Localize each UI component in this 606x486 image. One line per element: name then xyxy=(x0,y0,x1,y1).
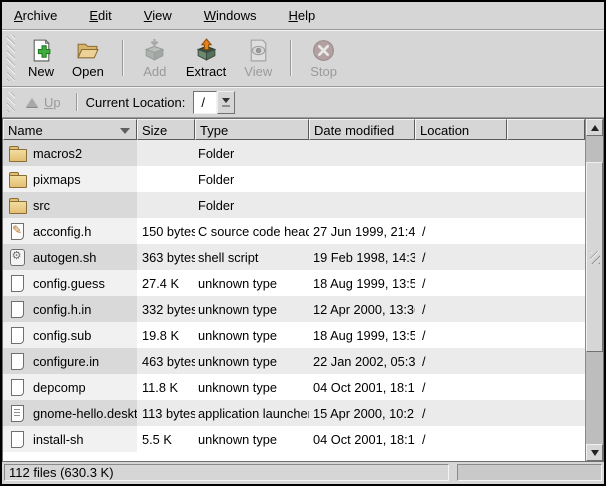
menu-help[interactable]: Help xyxy=(286,5,317,26)
table-row[interactable]: config.h.in 332 bytes unknown type 12 Ap… xyxy=(3,296,585,322)
document-icon xyxy=(8,430,26,448)
location-dropdown-button[interactable] xyxy=(217,91,235,114)
menu-archive[interactable]: Archive xyxy=(12,5,59,26)
script-file-icon xyxy=(8,248,26,266)
status-bar: 112 files (630.3 K) xyxy=(2,462,604,484)
scrollbar-thumb[interactable] xyxy=(586,162,603,352)
document-icon xyxy=(8,352,26,370)
table-row[interactable]: depcomp 11.8 K unknown type 04 Oct 2001,… xyxy=(3,374,585,400)
open-button[interactable]: Open xyxy=(63,36,113,81)
add-button[interactable]: Add xyxy=(133,36,177,81)
vertical-scrollbar[interactable] xyxy=(585,119,603,461)
column-header-type[interactable]: Type xyxy=(195,119,309,140)
table-row[interactable]: macros2 Folder xyxy=(3,140,585,166)
table-row[interactable]: install-sh 5.5 K unknown type 04 Oct 200… xyxy=(3,426,585,452)
toolbar-drag-handle[interactable] xyxy=(7,35,15,81)
column-header-location[interactable]: Location xyxy=(415,119,507,140)
table-header: Name Size Type Date modified Location xyxy=(3,119,585,140)
source-file-icon xyxy=(8,222,26,240)
folder-icon xyxy=(8,170,26,188)
toolbar: New Open Add xyxy=(2,30,604,87)
table-row[interactable]: acconfig.h 150 bytes C source code heade… xyxy=(3,218,585,244)
document-icon xyxy=(8,300,26,318)
column-header-date-modified[interactable]: Date modified xyxy=(309,119,415,140)
location-bar-separator xyxy=(76,93,78,111)
status-text: 112 files (630.3 K) xyxy=(9,465,114,480)
view-button[interactable]: View xyxy=(235,36,281,81)
document-icon xyxy=(8,274,26,292)
table-row[interactable]: configure.in 463 bytes unknown type 22 J… xyxy=(3,348,585,374)
file-table: Name Size Type Date modified Location ma… xyxy=(2,118,604,462)
toolbar-separator xyxy=(122,40,124,76)
view-file-icon xyxy=(246,38,271,63)
scrollbar-grip-icon xyxy=(590,251,600,264)
toolbar-separator xyxy=(290,40,292,76)
document-icon xyxy=(8,378,26,396)
table-row[interactable]: gnome-hello.desktop 113 bytes applicatio… xyxy=(3,400,585,426)
extract-icon xyxy=(194,38,219,63)
column-header-filler xyxy=(507,119,585,140)
document-icon xyxy=(8,326,26,344)
file-list: macros2 Folder pixmaps Folder src Folder… xyxy=(3,140,585,452)
new-archive-icon xyxy=(29,38,54,63)
current-location-label: Current Location: xyxy=(86,95,186,110)
scroll-up-button[interactable] xyxy=(586,119,603,136)
column-header-size[interactable]: Size xyxy=(137,119,195,140)
scrollbar-trough[interactable] xyxy=(586,136,603,444)
chevron-down-icon xyxy=(222,98,230,103)
file-count-status: 112 files (630.3 K) xyxy=(4,464,449,481)
add-files-icon xyxy=(142,38,167,63)
location-bar-drag-handle[interactable] xyxy=(7,92,15,112)
location-bar: Up Current Location: xyxy=(2,87,604,118)
menu-windows[interactable]: Windows xyxy=(202,5,259,26)
menu-view[interactable]: View xyxy=(142,5,174,26)
new-button[interactable]: New xyxy=(19,36,63,81)
table-row[interactable]: config.guess 27.4 K unknown type 18 Aug … xyxy=(3,270,585,296)
table-row[interactable]: pixmaps Folder xyxy=(3,166,585,192)
arrow-down-icon xyxy=(591,450,599,456)
progress-area xyxy=(457,464,602,481)
arrow-up-icon xyxy=(591,125,599,131)
location-input[interactable] xyxy=(193,91,217,114)
stop-icon xyxy=(311,38,336,63)
sort-indicator-icon xyxy=(120,128,130,134)
table-row[interactable]: autogen.sh 363 bytes shell script 19 Feb… xyxy=(3,244,585,270)
folder-icon xyxy=(8,196,26,214)
scroll-down-button[interactable] xyxy=(586,444,603,461)
menubar: Archive Edit View Windows Help xyxy=(2,2,604,30)
menu-edit[interactable]: Edit xyxy=(87,5,113,26)
location-combo xyxy=(193,91,235,114)
folder-icon xyxy=(8,144,26,162)
stop-button[interactable]: Stop xyxy=(301,36,346,81)
table-row[interactable]: config.sub 19.8 K unknown type 18 Aug 19… xyxy=(3,322,585,348)
extract-button[interactable]: Extract xyxy=(177,36,235,81)
up-arrow-icon xyxy=(26,98,38,107)
table-row[interactable]: src Folder xyxy=(3,192,585,218)
archive-manager-window: Archive Edit View Windows Help New Open xyxy=(0,0,606,486)
launcher-file-icon xyxy=(8,404,26,422)
column-header-name[interactable]: Name xyxy=(3,119,137,140)
open-archive-icon xyxy=(75,38,100,63)
up-button[interactable]: Up xyxy=(19,93,68,112)
